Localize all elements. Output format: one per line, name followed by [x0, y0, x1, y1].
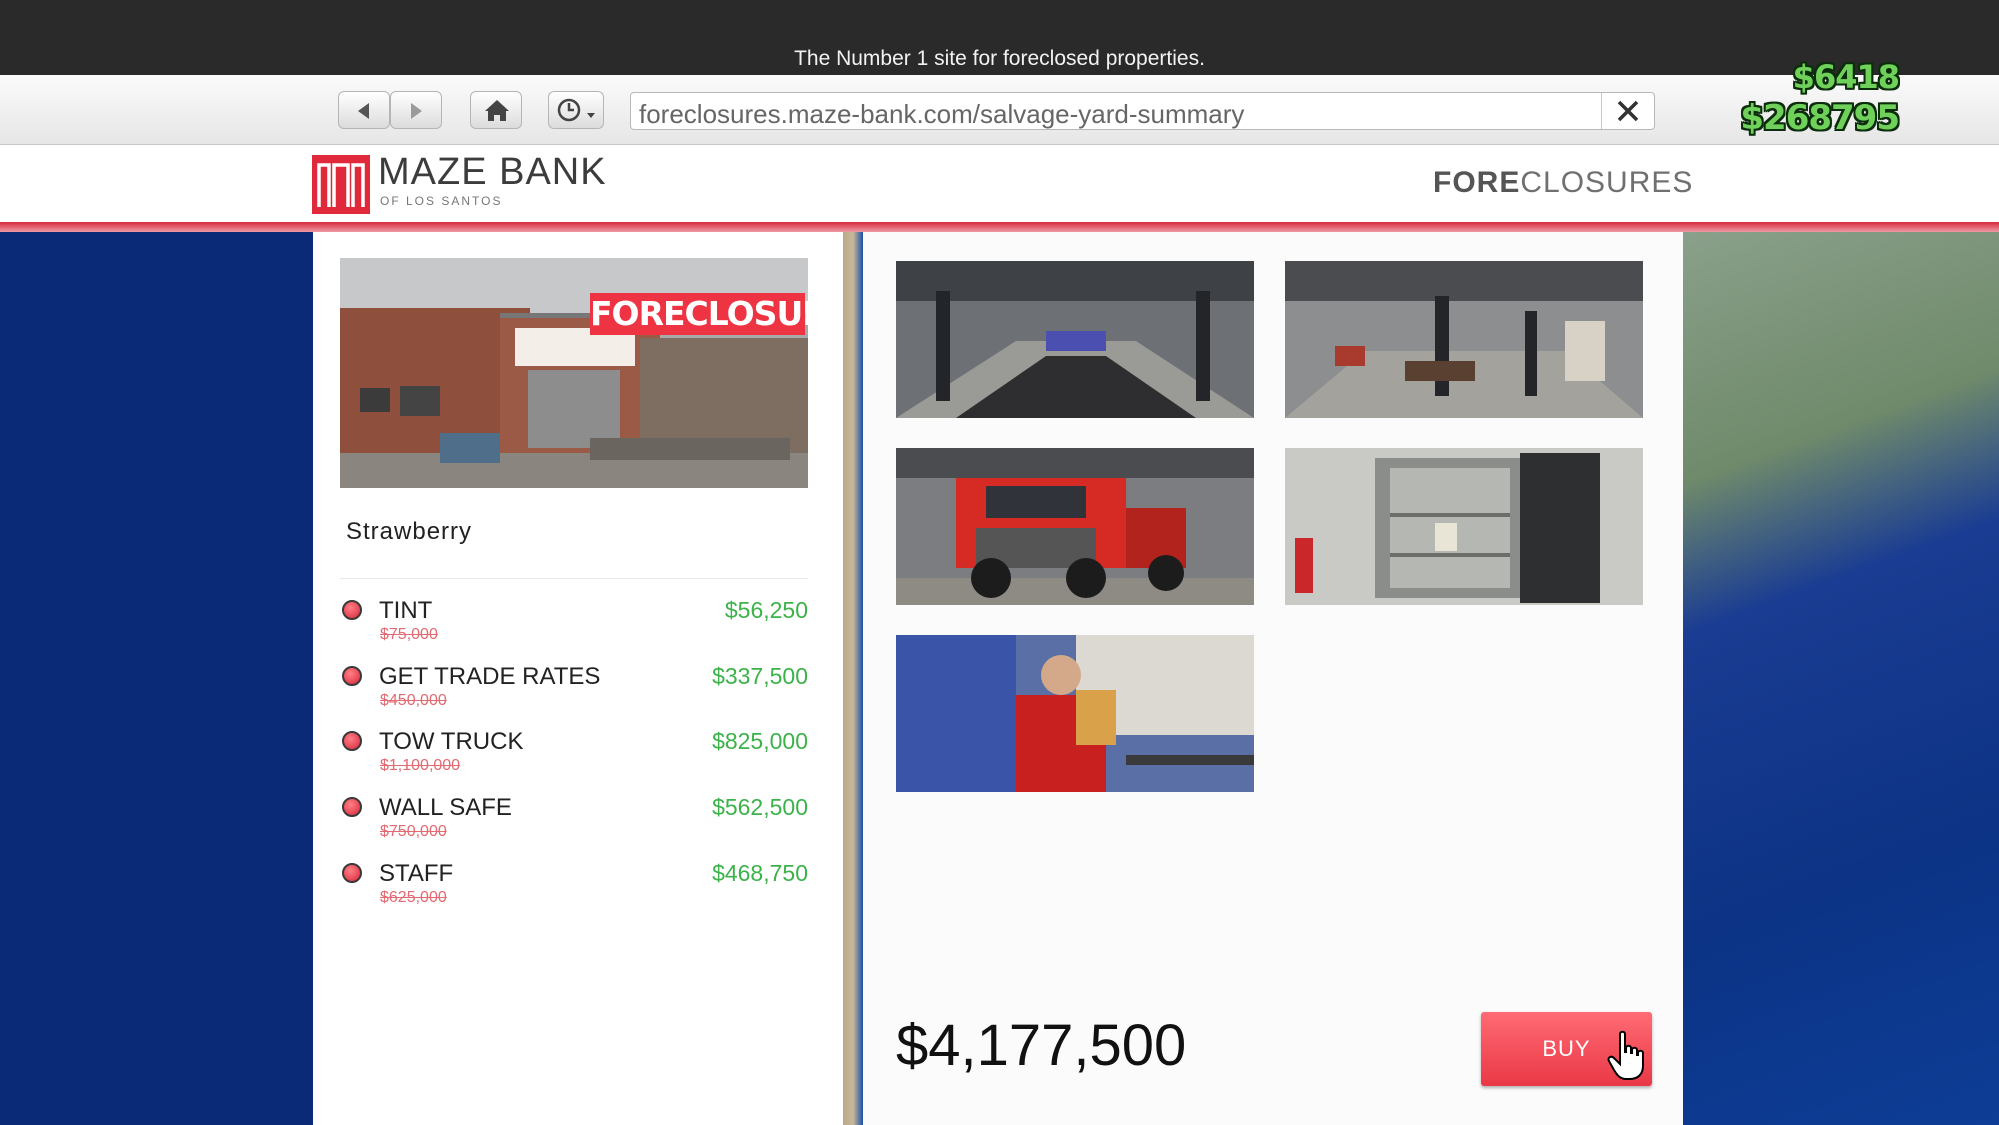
- home-icon: [485, 100, 509, 121]
- clock-history-icon: [557, 98, 595, 122]
- wall-safe-thumbnail[interactable]: [1285, 448, 1643, 605]
- upgrade-old-price: $450,000: [380, 692, 447, 709]
- site-header: [0, 145, 1999, 222]
- upgrade-name: STAFF: [379, 860, 454, 887]
- property-photo: FORECLOSURE: [340, 258, 808, 488]
- upgrade-price: $825,000: [712, 728, 808, 754]
- upgrade-name: WALL SAFE: [379, 794, 512, 821]
- upgrade-item-trade-rates[interactable]: GET TRADE RATES $337,500 $450,000: [340, 658, 808, 718]
- forward-button[interactable]: [390, 91, 442, 129]
- hud-cash: $6418: [1792, 58, 1900, 96]
- foreclosures-heading[interactable]: FORECLOSURES: [1433, 166, 1693, 200]
- heading-rest-part: CLOSURES: [1520, 166, 1694, 199]
- address-bar[interactable]: foreclosures.maze-bank.com/salvage-yard-…: [630, 92, 1655, 130]
- buy-button[interactable]: BUY: [1481, 1012, 1652, 1086]
- forward-arrow-icon: [411, 103, 422, 119]
- selected-indicator-icon: [342, 600, 362, 620]
- upgrade-price: $562,500: [712, 794, 808, 820]
- close-icon: [1617, 100, 1639, 122]
- garage-interior-thumbnail[interactable]: [896, 261, 1254, 418]
- upgrade-item-staff[interactable]: STAFF $468,750 $625,000: [340, 855, 808, 915]
- selected-indicator-icon: [342, 797, 362, 817]
- upgrade-name: GET TRADE RATES: [379, 663, 601, 690]
- separator: [340, 578, 808, 579]
- clear-url-button[interactable]: [1601, 93, 1654, 129]
- upgrade-old-price: $1,100,000: [380, 757, 461, 774]
- hud-bank-balance: $268795: [1740, 98, 1900, 138]
- upgrade-price: $337,500: [712, 663, 808, 689]
- upgrade-old-price: $75,000: [380, 626, 438, 643]
- upgrade-price: $468,750: [712, 860, 808, 886]
- selected-indicator-icon: [342, 863, 362, 883]
- history-button[interactable]: [548, 91, 604, 129]
- panel-divider: [843, 232, 863, 1125]
- staff-thumbnail[interactable]: [896, 635, 1254, 792]
- workshop-lifts-thumbnail[interactable]: [1285, 261, 1643, 418]
- upgrade-name: TOW TRUCK: [379, 728, 524, 755]
- tow-truck-thumbnail[interactable]: [896, 448, 1254, 605]
- background-map-right: [1683, 232, 1999, 1125]
- selected-indicator-icon: [342, 666, 362, 686]
- total-price: $4,177,500: [896, 1013, 1187, 1078]
- upgrade-name: TINT: [379, 597, 433, 624]
- foreclosure-banner: FORECLOSURE: [590, 294, 808, 333]
- hand-cursor-icon: [1607, 1030, 1644, 1080]
- upgrade-old-price: $750,000: [380, 823, 447, 840]
- back-button[interactable]: [338, 91, 390, 129]
- site-tagline: The Number 1 site for foreclosed propert…: [794, 47, 1205, 70]
- browser-toolbar: foreclosures.maze-bank.com/salvage-yard-…: [0, 75, 1999, 145]
- home-button[interactable]: [470, 91, 522, 129]
- heading-bold-part: FORE: [1433, 166, 1521, 199]
- logo-title: MAZE BANK: [378, 151, 607, 193]
- back-arrow-icon: [358, 103, 369, 119]
- upgrade-item-tint[interactable]: TINT $56,250 $75,000: [340, 592, 808, 652]
- maze-bank-logo-icon: [312, 155, 370, 214]
- upgrade-price: $56,250: [724, 597, 808, 623]
- address-bar-url: foreclosures.maze-bank.com/salvage-yard-…: [639, 99, 1245, 129]
- upgrade-old-price: $625,000: [380, 889, 447, 906]
- background-ocean-left: [0, 232, 313, 1125]
- logo-subtitle: OF LOS SANTOS: [380, 194, 503, 208]
- selected-indicator-icon: [342, 731, 362, 751]
- property-location: Strawberry: [346, 518, 473, 545]
- upgrade-item-tow-truck[interactable]: TOW TRUCK $825,000 $1,100,000: [340, 723, 808, 783]
- upgrade-item-wall-safe[interactable]: WALL SAFE $562,500 $750,000: [340, 789, 808, 849]
- header-accent-line: [0, 222, 1999, 232]
